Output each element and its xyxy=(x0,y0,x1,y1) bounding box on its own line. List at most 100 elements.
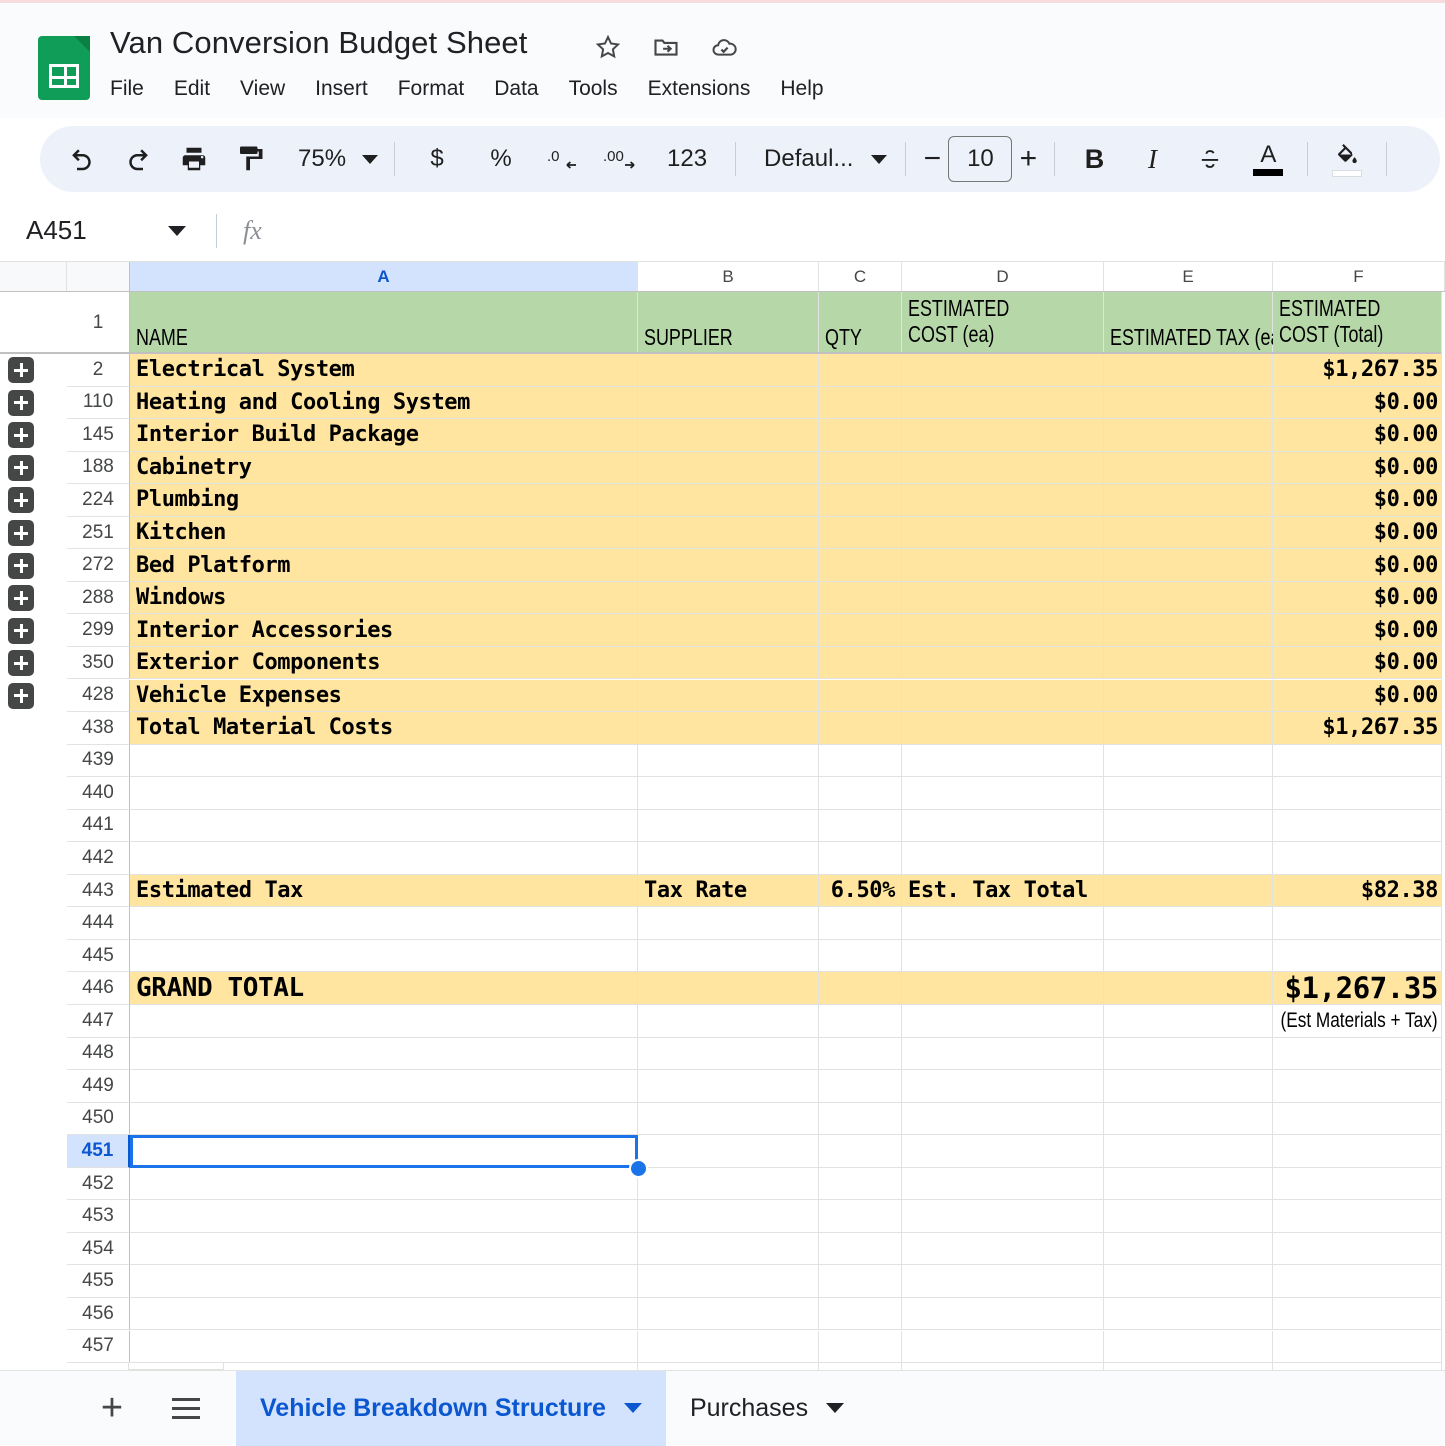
cell-a224[interactable]: Plumbing xyxy=(130,484,638,517)
cell-e454[interactable] xyxy=(1104,1233,1273,1266)
cell-f438[interactable]: $1,267.35 xyxy=(1273,712,1445,745)
add-sheet-button[interactable]: + xyxy=(84,1380,140,1436)
cell-d454[interactable] xyxy=(902,1233,1104,1266)
cell-f439[interactable] xyxy=(1273,745,1445,778)
cell-e445[interactable] xyxy=(1104,940,1273,973)
cell-b458[interactable] xyxy=(638,1363,819,1370)
row-header[interactable]: 350 xyxy=(67,647,130,680)
row-header[interactable]: 439 xyxy=(67,745,130,778)
cell-b448[interactable] xyxy=(638,1038,819,1071)
cell-c350[interactable] xyxy=(819,647,902,680)
cell-f443[interactable]: $82.38 xyxy=(1273,875,1445,908)
menu-help[interactable]: Help xyxy=(765,73,838,105)
row-header[interactable]: 446 xyxy=(67,972,130,1005)
cell-c428[interactable] xyxy=(819,680,902,713)
cell-e458[interactable] xyxy=(1104,1363,1273,1370)
cell-c450[interactable] xyxy=(819,1103,902,1136)
move-to-folder-icon[interactable] xyxy=(650,31,682,63)
cell-f288[interactable]: $0.00 xyxy=(1273,582,1445,615)
cell-e446[interactable] xyxy=(1104,972,1273,1005)
cell-a444[interactable] xyxy=(130,907,638,940)
cell-e447[interactable] xyxy=(1104,1005,1273,1038)
cell-d447[interactable] xyxy=(902,1005,1104,1038)
cell-e251[interactable] xyxy=(1104,517,1273,550)
cell-e299[interactable] xyxy=(1104,614,1273,647)
cell-b428[interactable] xyxy=(638,680,819,713)
cell-f251[interactable]: $0.00 xyxy=(1273,517,1445,550)
cell-c457[interactable] xyxy=(819,1331,902,1364)
row-header[interactable]: 452 xyxy=(67,1168,130,1201)
cell-b440[interactable] xyxy=(638,777,819,810)
cell-e457[interactable] xyxy=(1104,1331,1273,1364)
cell-a447[interactable] xyxy=(130,1005,638,1038)
cell-c452[interactable] xyxy=(819,1168,902,1201)
cell-a441[interactable] xyxy=(130,810,638,843)
row-header[interactable]: 288 xyxy=(67,582,130,615)
cell-b288[interactable] xyxy=(638,582,819,615)
cell-f188[interactable]: $0.00 xyxy=(1273,452,1445,485)
percent-format-button[interactable]: % xyxy=(469,126,533,192)
cell-b188[interactable] xyxy=(638,452,819,485)
cloud-saved-icon[interactable] xyxy=(708,31,740,63)
row-header[interactable]: 445 xyxy=(67,940,130,973)
cell-d444[interactable] xyxy=(902,907,1104,940)
cell-b450[interactable] xyxy=(638,1103,819,1136)
cell-e350[interactable] xyxy=(1104,647,1273,680)
row-header[interactable]: 224 xyxy=(67,484,130,517)
cell-b2[interactable] xyxy=(638,354,819,387)
cell-d251[interactable] xyxy=(902,517,1104,550)
menu-data[interactable]: Data xyxy=(479,73,553,105)
cell-d453[interactable] xyxy=(902,1200,1104,1233)
cell-f441[interactable] xyxy=(1273,810,1445,843)
cell-a440[interactable] xyxy=(130,777,638,810)
cell-f224[interactable]: $0.00 xyxy=(1273,484,1445,517)
fill-color-button[interactable] xyxy=(1318,126,1376,192)
cell-f458[interactable] xyxy=(1273,1363,1445,1370)
cell-a454[interactable] xyxy=(130,1233,638,1266)
cell-b454[interactable] xyxy=(638,1233,819,1266)
cell-f451[interactable] xyxy=(1273,1135,1445,1168)
cell-d2[interactable] xyxy=(902,354,1104,387)
row-header[interactable]: 272 xyxy=(67,549,130,582)
row-header[interactable]: 448 xyxy=(67,1038,130,1071)
cell-f110[interactable]: $0.00 xyxy=(1273,387,1445,420)
row-header[interactable]: 443 xyxy=(67,875,130,908)
row-header[interactable]: 451 xyxy=(67,1135,130,1168)
cell-c454[interactable] xyxy=(819,1233,902,1266)
cell-f145[interactable]: $0.00 xyxy=(1273,419,1445,452)
cell-c440[interactable] xyxy=(819,777,902,810)
cell-a428[interactable]: Vehicle Expenses xyxy=(130,680,638,713)
cell-b251[interactable] xyxy=(638,517,819,550)
row-header[interactable]: 454 xyxy=(67,1233,130,1266)
cell-f442[interactable] xyxy=(1273,842,1445,875)
cell-a443[interactable]: Estimated Tax xyxy=(130,875,638,908)
chevron-down-icon[interactable] xyxy=(362,155,378,164)
cell-e188[interactable] xyxy=(1104,452,1273,485)
bold-button[interactable]: B xyxy=(1065,126,1123,192)
number-format-button[interactable]: 123 xyxy=(649,126,725,192)
google-sheets-logo-icon[interactable] xyxy=(38,36,90,100)
row-header[interactable]: 450 xyxy=(67,1103,130,1136)
cell-b449[interactable] xyxy=(638,1070,819,1103)
select-all-corner[interactable] xyxy=(67,262,130,292)
cell-e145[interactable] xyxy=(1104,419,1273,452)
cell-d450[interactable] xyxy=(902,1103,1104,1136)
cell-e444[interactable] xyxy=(1104,907,1273,940)
cell-a251[interactable]: Kitchen xyxy=(130,517,638,550)
cell-e441[interactable] xyxy=(1104,810,1273,843)
cell-c446[interactable] xyxy=(819,972,902,1005)
cell-b350[interactable] xyxy=(638,647,819,680)
all-sheets-button[interactable] xyxy=(158,1380,214,1436)
row-header[interactable]: 110 xyxy=(67,387,130,420)
cell-a350[interactable]: Exterior Components xyxy=(130,647,638,680)
cell-e110[interactable] xyxy=(1104,387,1273,420)
horizontal-scrollbar[interactable] xyxy=(128,1362,224,1370)
chevron-down-icon[interactable] xyxy=(826,1403,844,1413)
chevron-down-icon[interactable] xyxy=(871,155,887,164)
cell-c272[interactable] xyxy=(819,549,902,582)
row-header[interactable]: 441 xyxy=(67,810,130,843)
column-header-c[interactable]: C xyxy=(819,262,902,292)
cell-b444[interactable] xyxy=(638,907,819,940)
menu-file[interactable]: File xyxy=(110,73,159,105)
cell-f448[interactable] xyxy=(1273,1038,1445,1071)
